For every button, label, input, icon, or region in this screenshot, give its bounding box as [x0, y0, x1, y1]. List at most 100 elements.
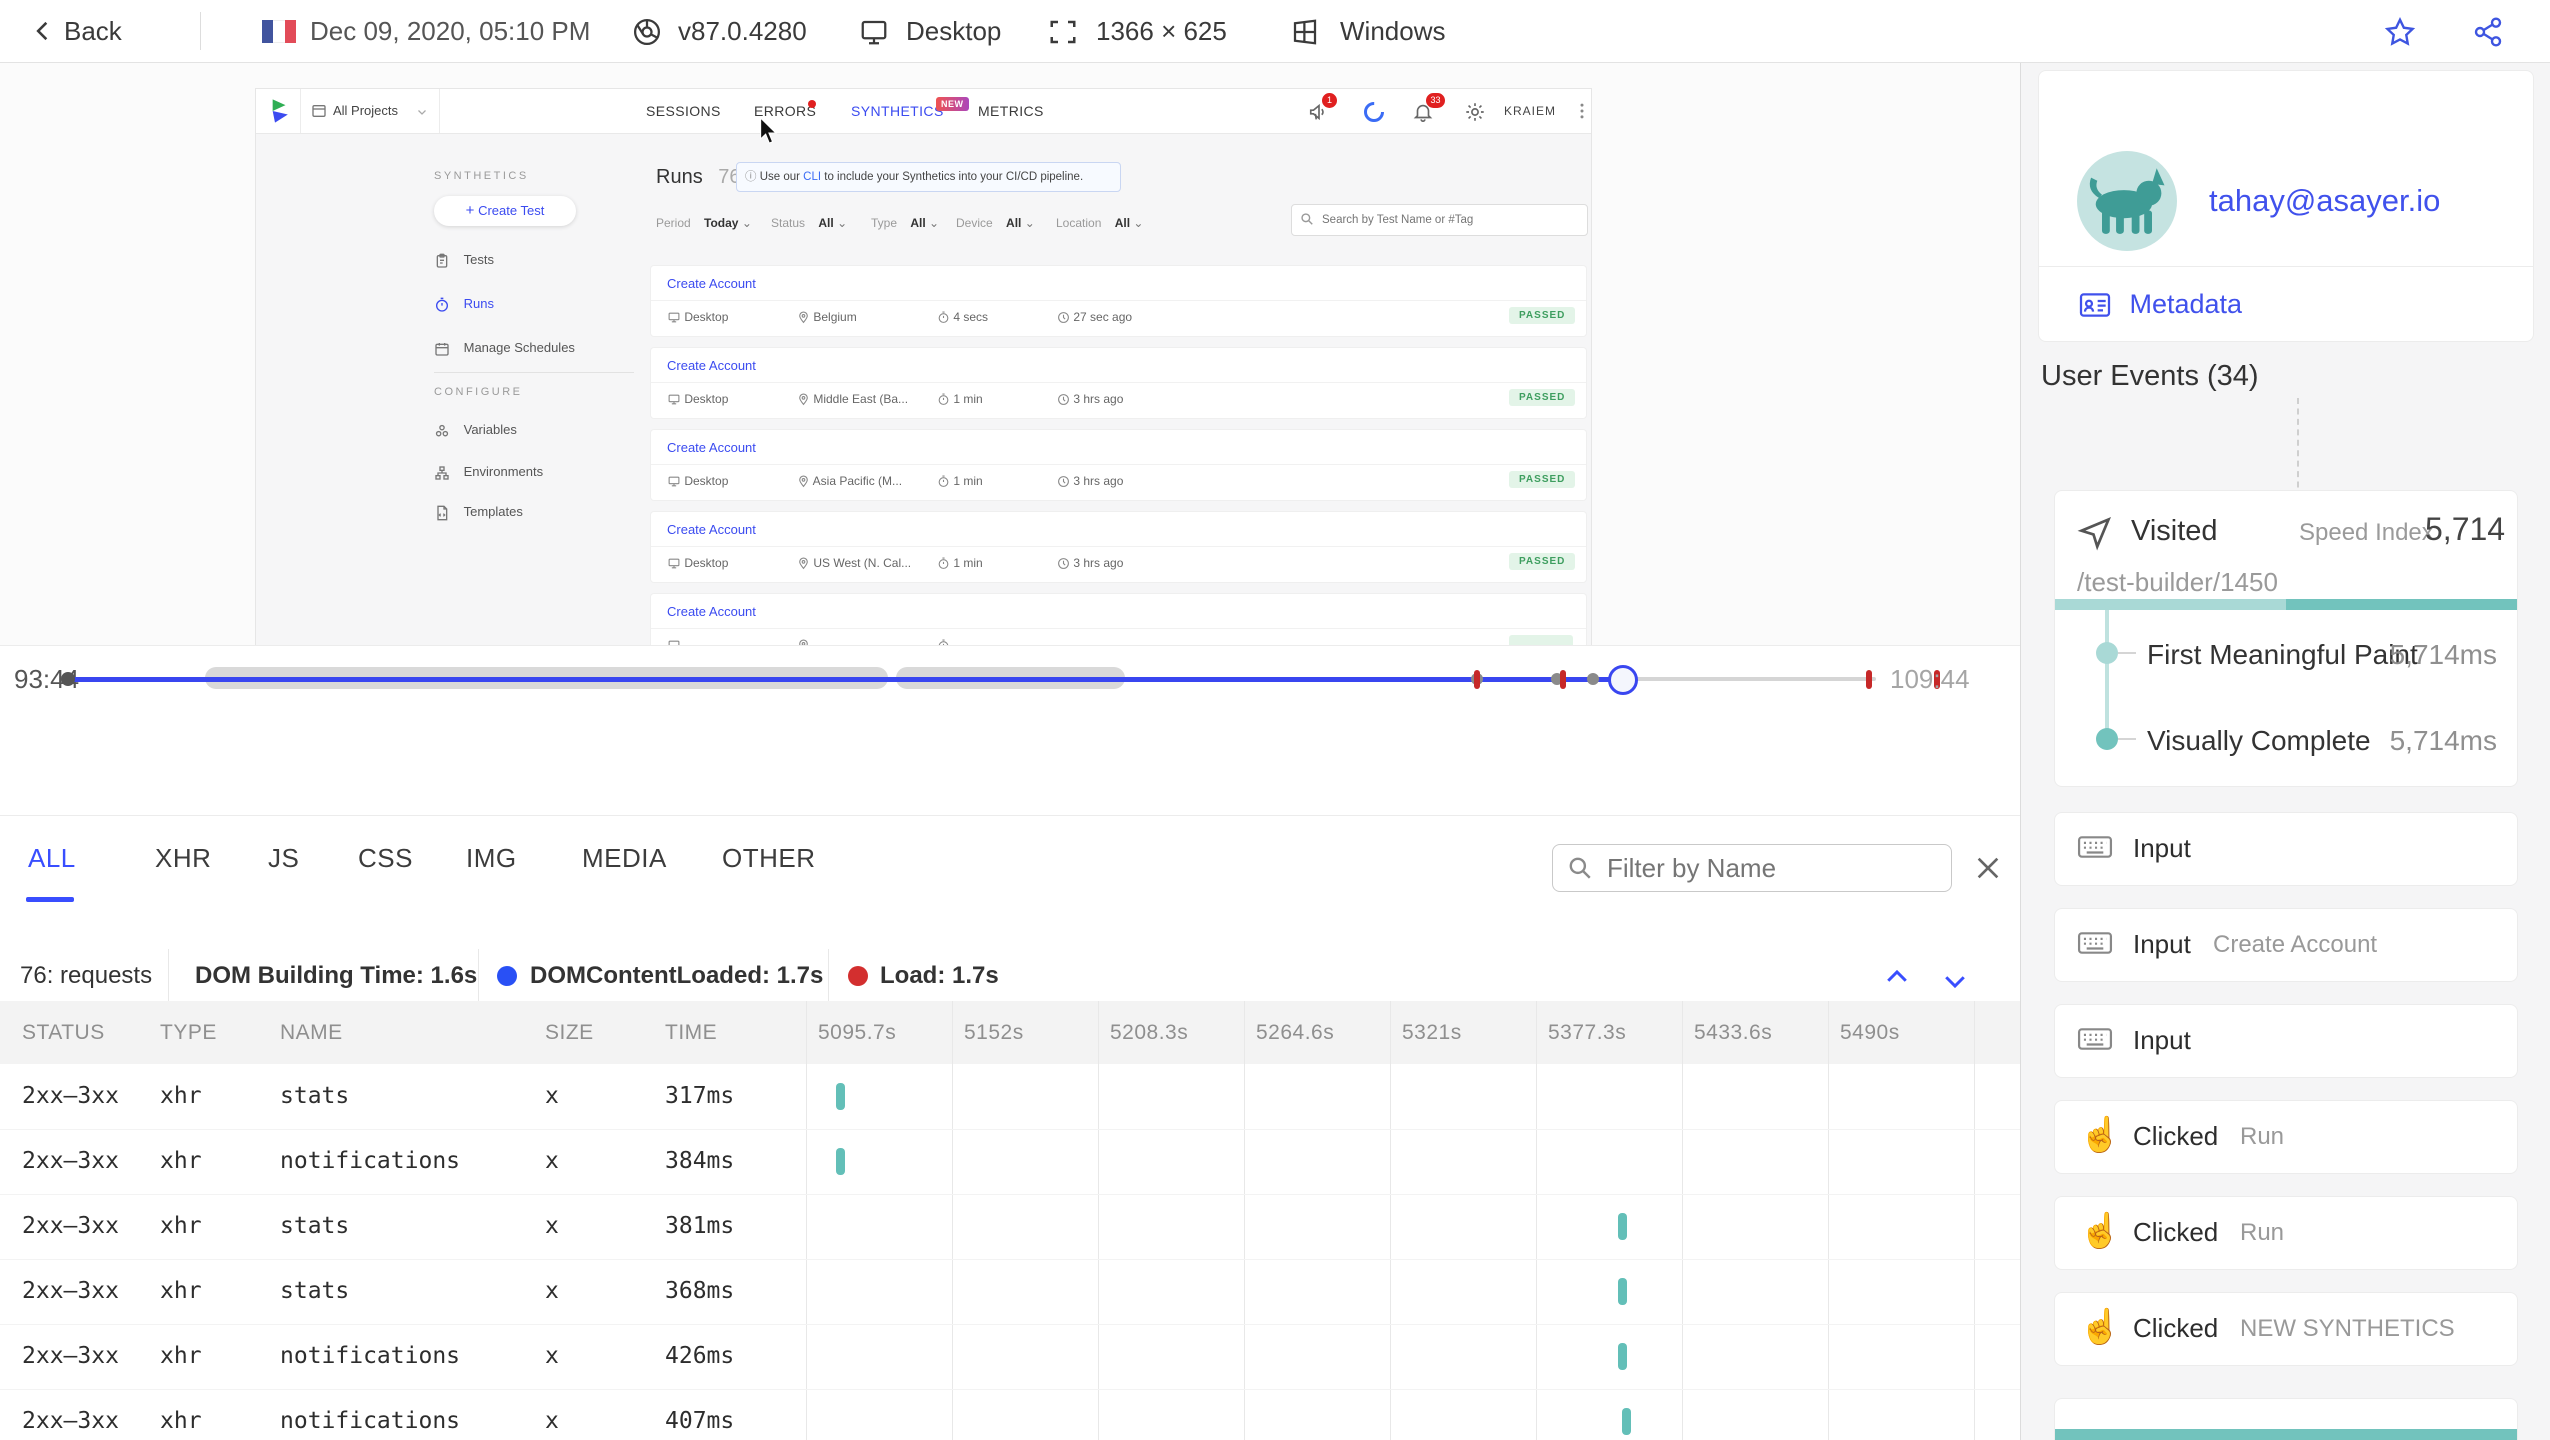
banner-cli-link[interactable]: CLI [803, 171, 821, 183]
waterfall-bar [1622, 1408, 1631, 1435]
event-card-input[interactable]: Input [2054, 1004, 2518, 1078]
event-value: Run [2240, 1219, 2285, 1246]
user-email-link[interactable]: tahay@asayer.io [2209, 183, 2440, 219]
run-title[interactable]: Create Account [667, 358, 756, 373]
app-logo-icon [268, 97, 296, 125]
tab-synthetics[interactable]: SYNTHETICS [851, 89, 944, 133]
desktop-icon [667, 475, 681, 488]
tab-metrics[interactable]: METRICS [978, 89, 1044, 133]
run-status-badge: PASSED [1509, 307, 1576, 324]
sidebar-item-templates[interactable]: Templates [434, 504, 523, 521]
filter-label: Device [956, 216, 993, 230]
metadata-button[interactable]: Metadata [2079, 289, 2242, 320]
event-card-click[interactable]: ☝ Clicked Run [2054, 1100, 2518, 1174]
sidebar-item-manage-schedules[interactable]: Manage Schedules [434, 340, 575, 357]
sidebar-item-runs[interactable]: Runs [434, 296, 494, 313]
metric-name: Visually Complete [2147, 725, 2371, 756]
filter-location[interactable]: Location All ⌄ [1056, 216, 1143, 230]
announcements-badge: 1 [1322, 93, 1337, 108]
run-card[interactable]: Create Account [651, 594, 1586, 645]
replay-viewport: All Projects SESSIONS ERRORS SYNTHETICS … [0, 63, 2020, 645]
clock-icon [1057, 393, 1070, 406]
back-label[interactable]: Back [64, 0, 122, 62]
network-panel: ALL XHR JS CSS IMG MEDIA OTHER 76: reque… [0, 815, 2020, 1440]
user-name[interactable]: KRAIEM [1504, 89, 1556, 133]
kebab-menu-icon[interactable] [1572, 101, 1591, 121]
stats-divider [168, 949, 169, 1004]
event-card-click[interactable]: ☝ Clicked NEW SYNTHETICS [2054, 1292, 2518, 1366]
create-test-button[interactable]: + Create Test [434, 196, 576, 226]
metric-value: 5,714ms [2389, 639, 2497, 670]
run-card[interactable]: Create Account Desktop US West (N. Cal..… [651, 512, 1586, 582]
event-card-input[interactable]: Input Create Account [2054, 908, 2518, 982]
run-title[interactable]: Create Account [667, 440, 756, 455]
close-panel-icon[interactable] [1972, 852, 2004, 884]
run-search-box[interactable] [1291, 204, 1588, 236]
network-tab-css[interactable]: CSS [358, 816, 413, 901]
chevron-up-icon[interactable] [1880, 962, 1914, 992]
network-tab-img[interactable]: IMG [466, 816, 517, 901]
sidebar-item-environments[interactable]: Environments [434, 464, 543, 481]
load-dot [848, 966, 868, 986]
cell-time: 426ms [665, 1343, 735, 1369]
run-card[interactable]: Create Account Desktop Middle East (Ba..… [651, 348, 1586, 418]
run-title[interactable]: Create Account [667, 276, 756, 291]
network-request-row[interactable]: 2xx–3xx xhr notifications x 384ms [0, 1129, 2020, 1195]
events-timeline-connector [2297, 398, 2299, 498]
run-status-badge: PASSED [1509, 553, 1576, 570]
tab-sessions[interactable]: SESSIONS [646, 89, 721, 133]
run-title[interactable]: Create Account [667, 522, 756, 537]
network-request-row[interactable]: 2xx–3xx xhr stats x 368ms [0, 1259, 2020, 1325]
chrome-browser-icon [632, 17, 662, 47]
network-filter-input[interactable] [1605, 847, 1939, 889]
location-pin-icon [797, 475, 810, 488]
network-tab-media[interactable]: MEDIA [582, 816, 667, 901]
network-filter-box[interactable] [1552, 844, 1952, 892]
network-tab-js[interactable]: JS [268, 816, 299, 901]
cell-name: notifications [280, 1408, 461, 1434]
event-card-click[interactable]: ☝ Clicked Run [2054, 1196, 2518, 1270]
run-status-badge: PASSED [1509, 389, 1576, 406]
run-card[interactable]: Create Account Desktop Belgium 4 secs 27… [651, 266, 1586, 336]
filter-device[interactable]: Device All ⌄ [956, 216, 1035, 230]
filter-type[interactable]: Type All ⌄ [871, 216, 939, 230]
sidebar-item-variables[interactable]: Variables [434, 422, 517, 439]
desktop-icon [667, 393, 681, 406]
project-selector[interactable]: All Projects [300, 89, 440, 133]
chevron-down-icon: ⌄ [1024, 216, 1035, 230]
cell-time: 381ms [665, 1213, 735, 1239]
col-time: TIME [665, 1021, 718, 1044]
back-button[interactable] [30, 17, 58, 45]
network-tab-xhr[interactable]: XHR [155, 816, 211, 901]
timeline-scrubber-handle[interactable] [1608, 665, 1638, 695]
sidebar-item-label: Environments [463, 464, 544, 479]
share-icon[interactable] [2472, 16, 2504, 48]
metric-name: First Meaningful Paint [2147, 639, 2418, 670]
col-time-1: 5152s [964, 1021, 1024, 1044]
run-device: Desktop [667, 474, 728, 488]
network-request-row[interactable]: 2xx–3xx xhr stats x 317ms [0, 1064, 2020, 1130]
device-type: Desktop [906, 16, 1002, 46]
sidebar-item-tests[interactable]: Tests [434, 252, 494, 269]
visited-event-card[interactable]: Visited Speed Index 5,714 /test-builder/… [2054, 490, 2518, 787]
network-tab-other[interactable]: OTHER [722, 816, 816, 901]
run-search-input[interactable] [1320, 206, 1579, 234]
windows-os-icon [1290, 17, 1320, 47]
settings-gear-icon[interactable] [1464, 101, 1486, 123]
favorite-star-icon[interactable] [2384, 16, 2416, 48]
event-card-input[interactable]: Input [2054, 812, 2518, 886]
resolution-brackets-icon [1048, 17, 1078, 47]
run-title[interactable]: Create Account [667, 604, 756, 619]
search-icon [1567, 855, 1593, 881]
partial-progress-bar [2055, 1429, 2517, 1440]
network-request-row[interactable]: 2xx–3xx xhr notifications x 426ms [0, 1324, 2020, 1390]
network-request-row[interactable]: 2xx–3xx xhr notifications x 407ms [0, 1389, 2020, 1440]
filter-period[interactable]: Period Today ⌄ [656, 216, 752, 230]
network-tab-all[interactable]: ALL [28, 816, 76, 901]
environments-icon [434, 465, 450, 481]
filter-status[interactable]: Status All ⌄ [771, 216, 847, 230]
run-card[interactable]: Create Account Desktop Asia Pacific (M..… [651, 430, 1586, 500]
chevron-down-icon[interactable] [1938, 966, 1972, 996]
network-request-row[interactable]: 2xx–3xx xhr stats x 381ms [0, 1194, 2020, 1260]
keyboard-icon [2077, 927, 2113, 959]
